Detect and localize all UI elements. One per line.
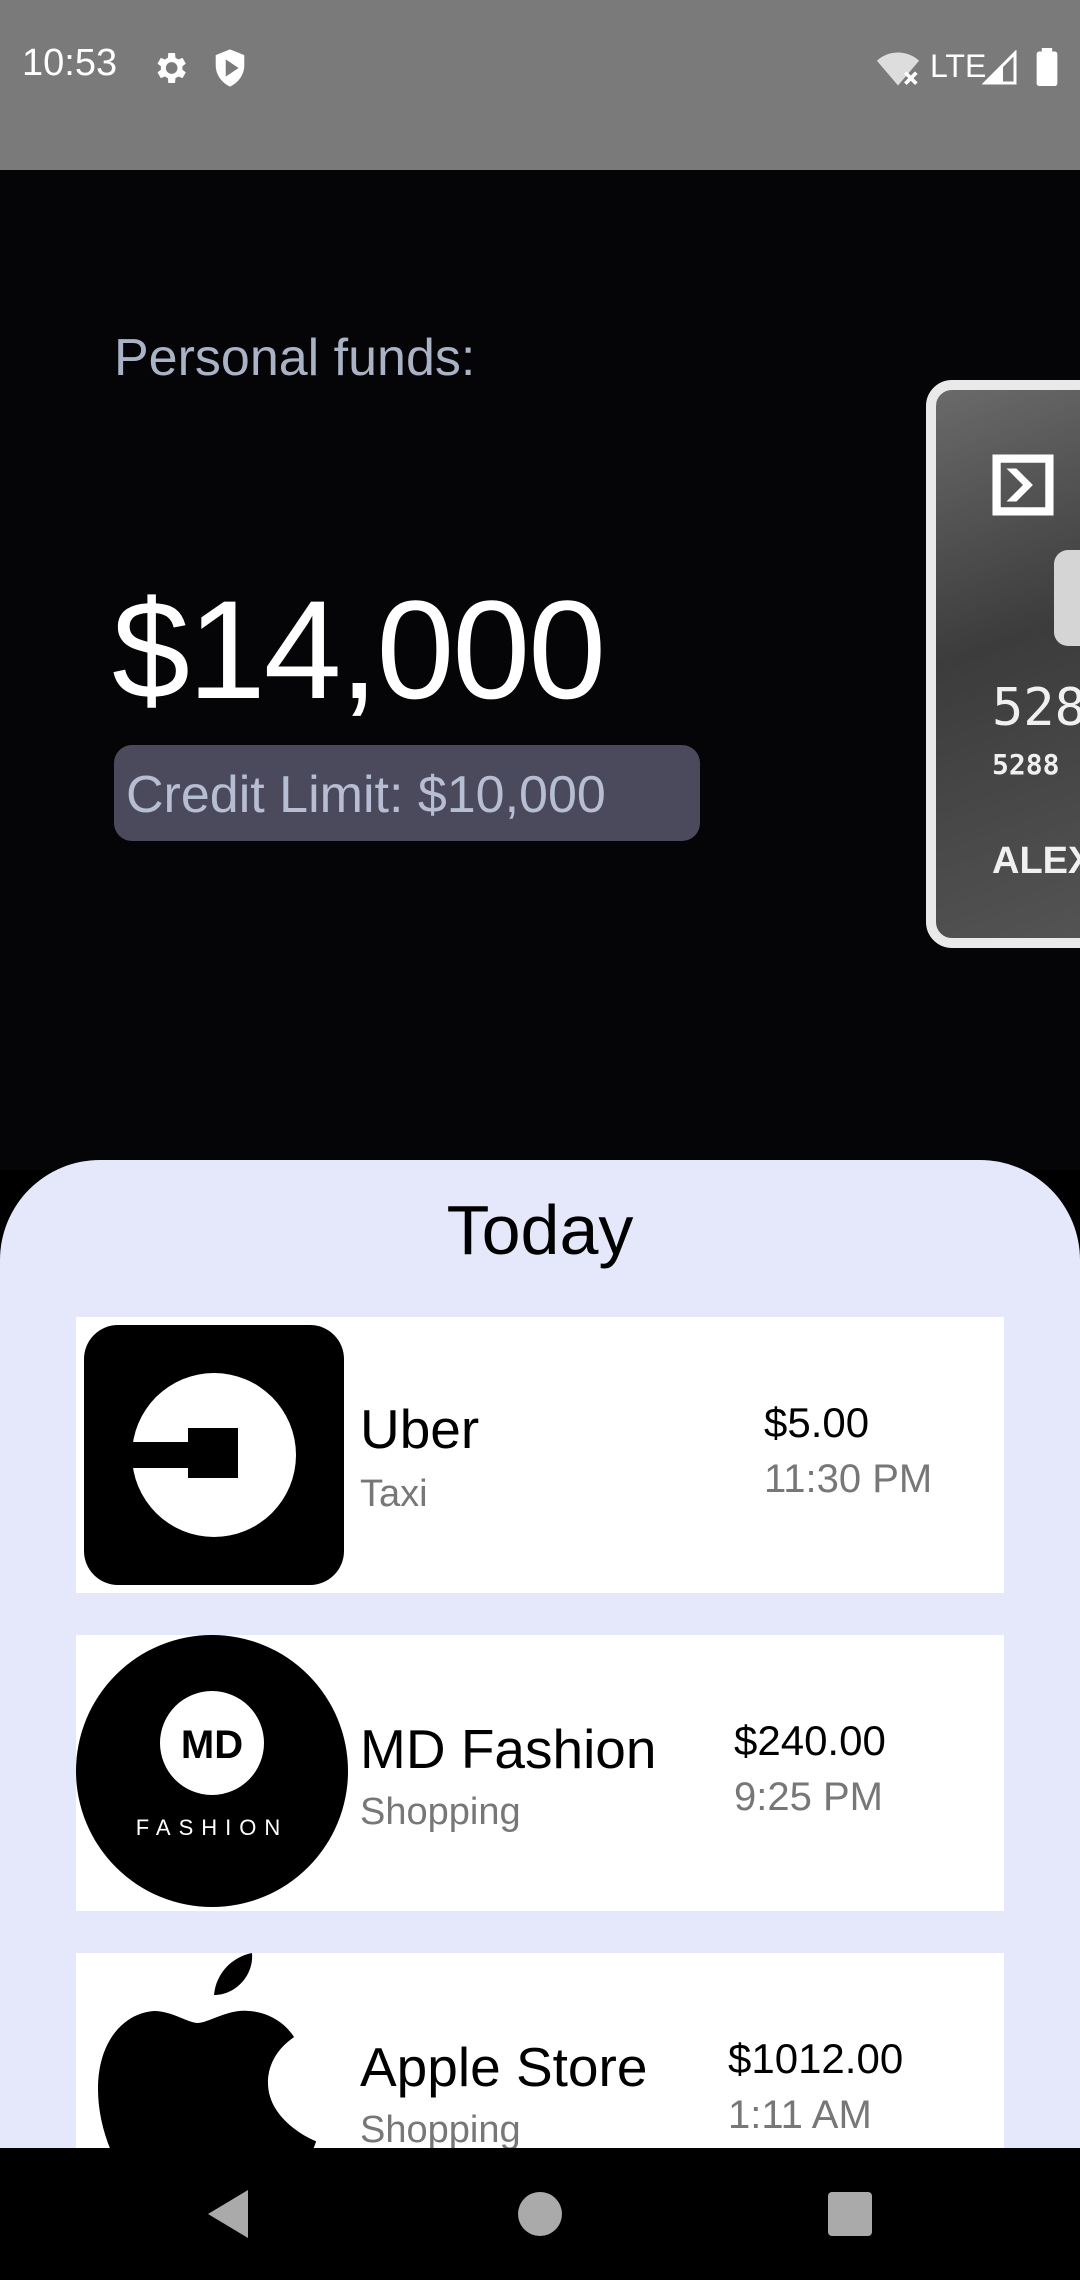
uber-logo-icon	[84, 1325, 344, 1585]
transaction-category: Shopping	[360, 2109, 521, 2150]
merchant-name: Apple Store	[360, 2036, 648, 2098]
battery-icon	[1036, 48, 1058, 86]
transaction-category: Taxi	[360, 1473, 428, 1515]
status-time: 10:53	[22, 42, 118, 84]
card-brand-icon	[992, 454, 1054, 516]
transaction-amount: $5.00	[764, 1399, 870, 1446]
back-icon[interactable]	[204, 2186, 252, 2242]
shield-play-icon	[215, 49, 245, 87]
transaction-time: 11:30 PM	[764, 1457, 933, 1501]
md-logo-text: MD	[181, 1723, 243, 1767]
signal-icon	[982, 50, 1017, 85]
apple-logo-icon	[98, 1953, 316, 2150]
transaction-row[interactable]: Uber Taxi $5.00 11:30 PM	[76, 1317, 1004, 1593]
credit-limit-text: Credit Limit: $10,000	[126, 766, 606, 824]
transaction-row[interactable]: MD FASHION MD Fashion Shopping $240.00 9…	[76, 1635, 1004, 1911]
merchant-name: MD Fashion	[360, 1718, 657, 1780]
transaction-time: 1:11 AM	[728, 2093, 872, 2137]
personal-funds-amount: $14,000	[112, 571, 606, 728]
md-fashion-logo-icon: MD FASHION	[76, 1635, 348, 1907]
merchant-name: Uber	[360, 1398, 480, 1460]
credit-limit-badge: Credit Limit: $10,000	[114, 745, 700, 841]
recent-apps-icon[interactable]	[828, 2192, 872, 2236]
card-number: 528	[992, 678, 1080, 738]
status-bar: 10:53 LTE	[0, 0, 1080, 170]
navigation-bar	[0, 2148, 1080, 2280]
credit-card[interactable]: 528 5288 ALEX	[926, 380, 1080, 948]
transaction-row[interactable]: Apple Store Shopping $1012.00 1:11 AM	[76, 1953, 1004, 2150]
network-type: LTE	[930, 48, 987, 84]
wifi-off-icon	[876, 52, 920, 86]
transaction-amount: $240.00	[734, 1717, 886, 1764]
fashion-logo-text: FASHION	[136, 1815, 289, 1840]
home-icon[interactable]	[518, 2192, 562, 2236]
card-number-small: 5288	[992, 748, 1060, 781]
transactions-sheet[interactable]: Today Uber Taxi $5.00 11:30 PM MD FASHIO…	[0, 1160, 1080, 2150]
personal-funds-label: Personal funds:	[114, 329, 476, 387]
gear-icon	[157, 53, 186, 83]
transaction-time: 9:25 PM	[734, 1775, 883, 1819]
card-chip	[1054, 550, 1080, 646]
card-holder-name: ALEX	[992, 840, 1080, 882]
section-title: Today	[446, 1191, 634, 1269]
transaction-amount: $1012.00	[728, 2035, 904, 2082]
transaction-category: Shopping	[360, 1791, 521, 1833]
